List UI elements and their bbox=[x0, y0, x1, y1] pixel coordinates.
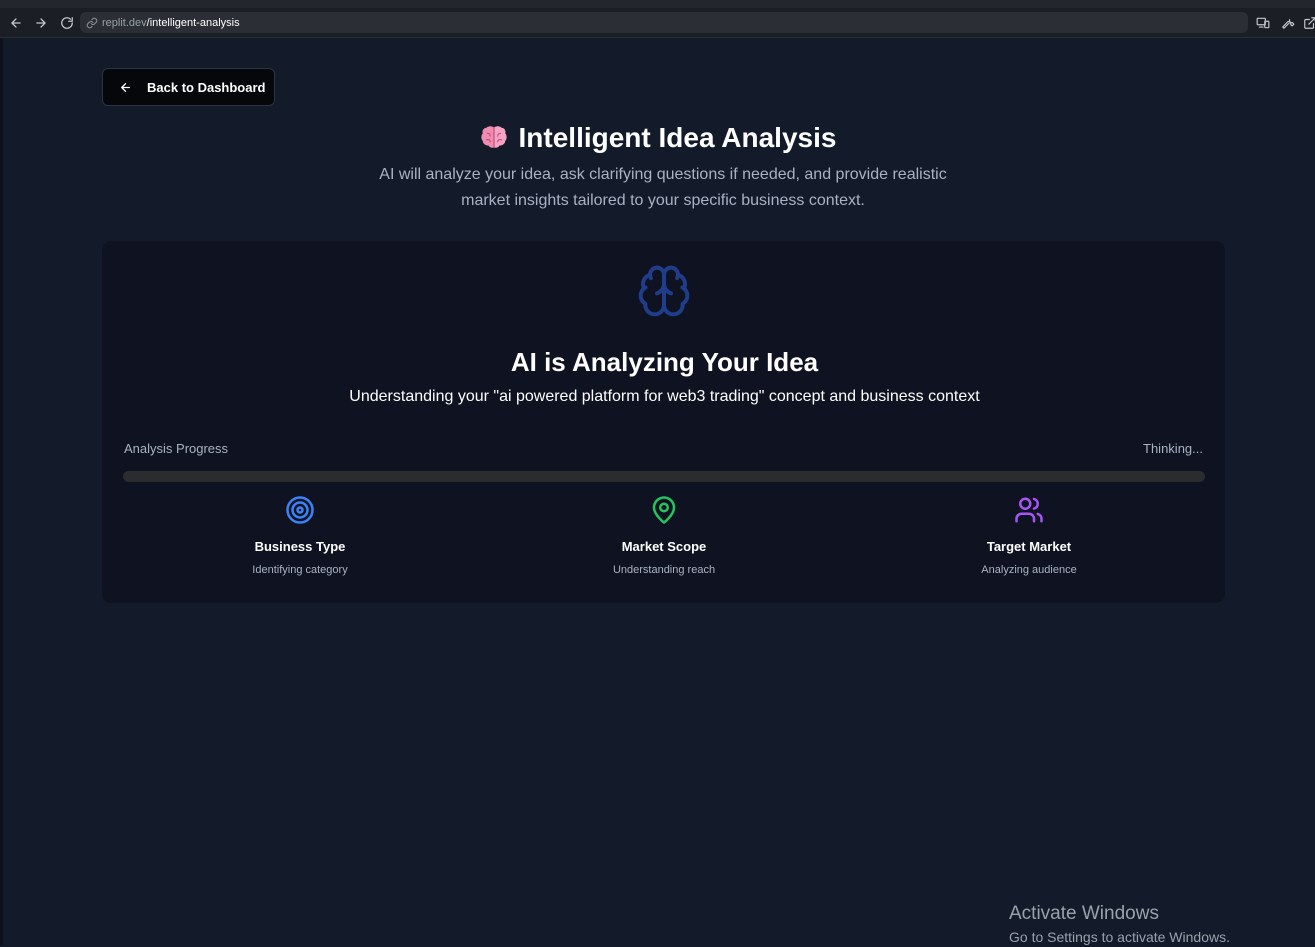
address-bar[interactable]: replit.dev/intelligent-analysis bbox=[80, 12, 1248, 33]
devices-icon[interactable] bbox=[1256, 16, 1270, 30]
step-business-type: Business Type Identifying category bbox=[180, 495, 420, 576]
analysis-context: Understanding your "ai powered platform … bbox=[349, 388, 980, 405]
window-top-border bbox=[0, 0, 1315, 8]
brain-emoji-icon bbox=[480, 126, 507, 148]
external-link-icon[interactable] bbox=[1303, 16, 1315, 30]
watermark-subtitle: Go to Settings to activate Windows. bbox=[1009, 929, 1230, 945]
progress-bar bbox=[123, 471, 1205, 482]
progress-status: Thinking... bbox=[1143, 441, 1203, 456]
step-desc: Identifying category bbox=[252, 564, 348, 576]
step-desc: Understanding reach bbox=[612, 564, 716, 576]
arrow-left-icon bbox=[121, 82, 130, 92]
browser-toolbar: replit.dev/intelligent-analysis bbox=[0, 8, 1315, 38]
back-button-label: Back to Dashboard bbox=[147, 79, 266, 95]
back-to-dashboard-button[interactable]: Back to Dashboard bbox=[102, 68, 275, 106]
windows-activation-watermark: Activate Windows Go to Settings to activ… bbox=[1009, 903, 1230, 947]
progress-label: Analysis Progress bbox=[124, 441, 229, 456]
step-desc: Analyzing audience bbox=[981, 564, 1077, 576]
step-name: Business Type bbox=[254, 539, 346, 554]
window-left-border bbox=[0, 38, 3, 945]
users-icon bbox=[1015, 497, 1043, 523]
step-name: Market Scope bbox=[621, 539, 707, 554]
analysis-title: AI is Analyzing Your Idea bbox=[510, 347, 819, 377]
reload-icon[interactable] bbox=[58, 14, 76, 32]
link-icon bbox=[86, 17, 98, 28]
map-pin-icon bbox=[652, 496, 676, 524]
step-name: Target Market bbox=[986, 539, 1072, 554]
brain-icon bbox=[638, 265, 690, 317]
forward-arrow-icon[interactable] bbox=[32, 14, 50, 32]
step-market-scope: Market Scope Understanding reach bbox=[544, 495, 784, 576]
url-path: /intelligent-analysis bbox=[146, 16, 240, 29]
page-header: Intelligent Idea Analysis bbox=[0, 120, 1315, 156]
page-title: Intelligent Idea Analysis bbox=[518, 122, 837, 153]
analysis-card: AI is Analyzing Your Idea Understanding … bbox=[101, 240, 1226, 604]
watermark-title: Activate Windows bbox=[1009, 903, 1159, 924]
url-host: replit.dev bbox=[102, 16, 147, 29]
page-subtitle: AI will analyze your idea, ask clarifyin… bbox=[379, 166, 947, 209]
step-target-market: Target Market Analyzing audience bbox=[909, 495, 1149, 576]
target-icon bbox=[286, 496, 314, 524]
back-arrow-icon[interactable] bbox=[7, 14, 25, 32]
wrench-icon[interactable] bbox=[1281, 16, 1295, 30]
